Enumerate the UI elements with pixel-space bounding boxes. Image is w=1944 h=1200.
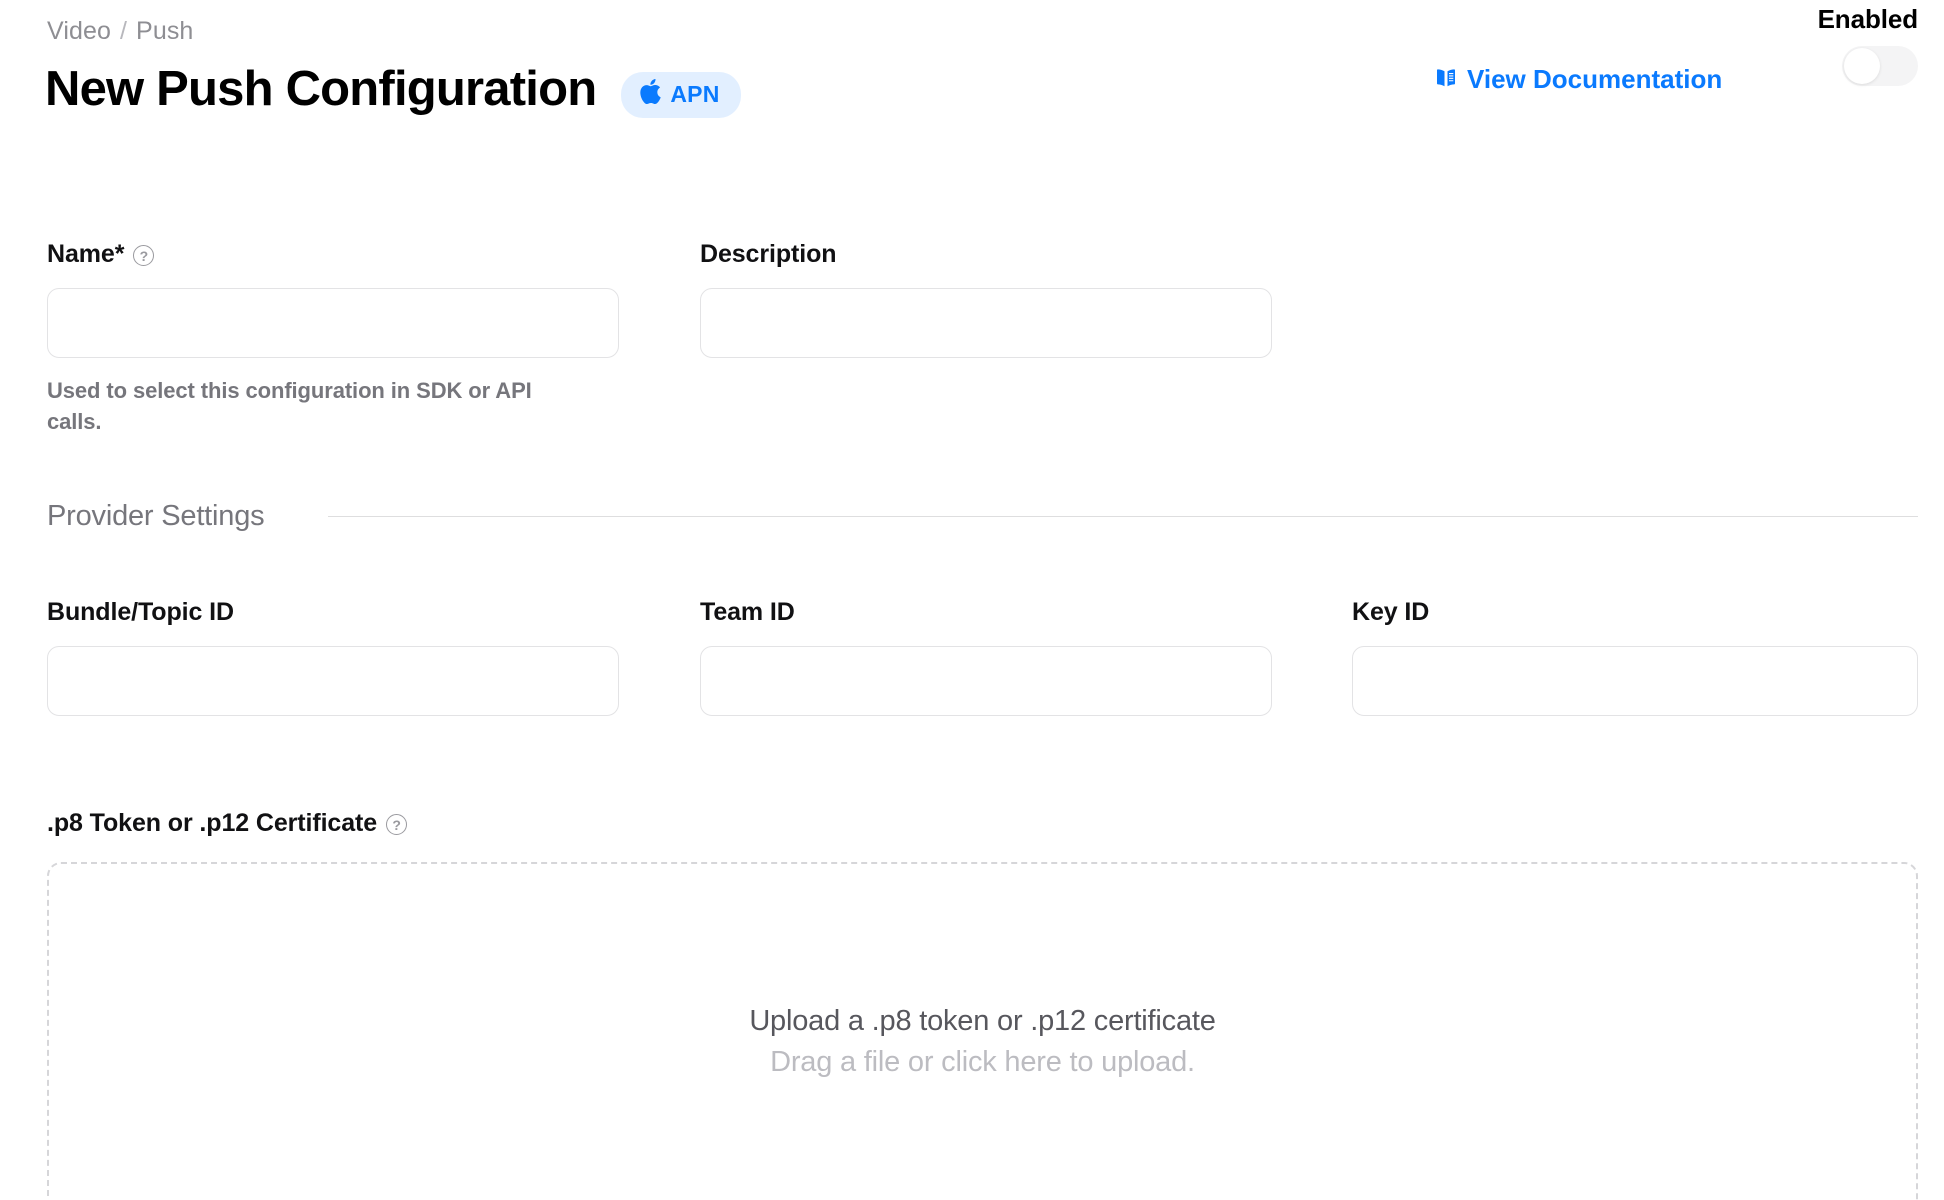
key-id-field-group: Key ID	[1352, 598, 1918, 716]
bundle-topic-id-label: Bundle/Topic ID	[47, 598, 619, 627]
description-label: Description	[700, 240, 1272, 269]
upload-label-text: .p8 Token or .p12 Certificate	[47, 809, 377, 838]
upload-label: .p8 Token or .p12 Certificate ?	[47, 809, 407, 838]
breadcrumb-separator: /	[120, 17, 127, 45]
team-id-label: Team ID	[700, 598, 1272, 627]
provider-badge-apn: APN	[621, 72, 740, 118]
page-title: New Push Configuration	[45, 64, 596, 115]
provider-badge-label: APN	[670, 81, 719, 108]
name-field-group: Name* ? Used to select this configuratio…	[47, 240, 619, 437]
name-helper-text: Used to select this configuration in SDK…	[47, 375, 587, 437]
breadcrumb-item-push[interactable]: Push	[136, 17, 193, 45]
description-field-group: Description	[700, 240, 1272, 358]
enabled-toggle[interactable]	[1842, 46, 1918, 86]
name-help-icon[interactable]: ?	[133, 245, 154, 266]
key-id-label: Key ID	[1352, 598, 1918, 627]
view-documentation-link[interactable]: View Documentation	[1434, 64, 1722, 95]
breadcrumb-item-video[interactable]: Video	[47, 17, 111, 45]
name-input[interactable]	[47, 288, 619, 358]
certificate-upload-dropzone[interactable]: Upload a .p8 token or .p12 certificate D…	[47, 862, 1918, 1200]
bundle-topic-id-field-group: Bundle/Topic ID	[47, 598, 619, 716]
dropzone-secondary-text: Drag a file or click here to upload.	[770, 1046, 1195, 1079]
provider-settings-title: Provider Settings	[47, 500, 264, 533]
team-id-field-group: Team ID	[700, 598, 1272, 716]
enabled-label: Enabled	[1818, 4, 1918, 35]
toggle-knob	[1844, 48, 1880, 84]
description-label-text: Description	[700, 240, 836, 269]
provider-settings-section-header: Provider Settings	[47, 500, 1918, 533]
key-id-label-text: Key ID	[1352, 598, 1429, 627]
key-id-input[interactable]	[1352, 646, 1918, 716]
enabled-toggle-group: Enabled	[1818, 4, 1918, 86]
team-id-label-text: Team ID	[700, 598, 795, 627]
name-label-text: Name*	[47, 240, 124, 269]
name-label: Name* ?	[47, 240, 619, 269]
title-row: New Push Configuration APN	[45, 64, 741, 115]
push-configuration-page: Video / Push New Push Configuration APN Vi…	[0, 0, 1944, 1200]
bundle-topic-id-input[interactable]	[47, 646, 619, 716]
apple-icon	[640, 79, 661, 108]
team-id-input[interactable]	[700, 646, 1272, 716]
dropzone-primary-text: Upload a .p8 token or .p12 certificate	[749, 1005, 1215, 1038]
breadcrumb: Video / Push	[47, 17, 193, 46]
section-divider	[328, 516, 1918, 517]
book-icon	[1434, 66, 1458, 94]
upload-help-icon[interactable]: ?	[386, 814, 407, 835]
bundle-topic-id-label-text: Bundle/Topic ID	[47, 598, 234, 627]
view-documentation-label: View Documentation	[1467, 64, 1722, 95]
description-input[interactable]	[700, 288, 1272, 358]
